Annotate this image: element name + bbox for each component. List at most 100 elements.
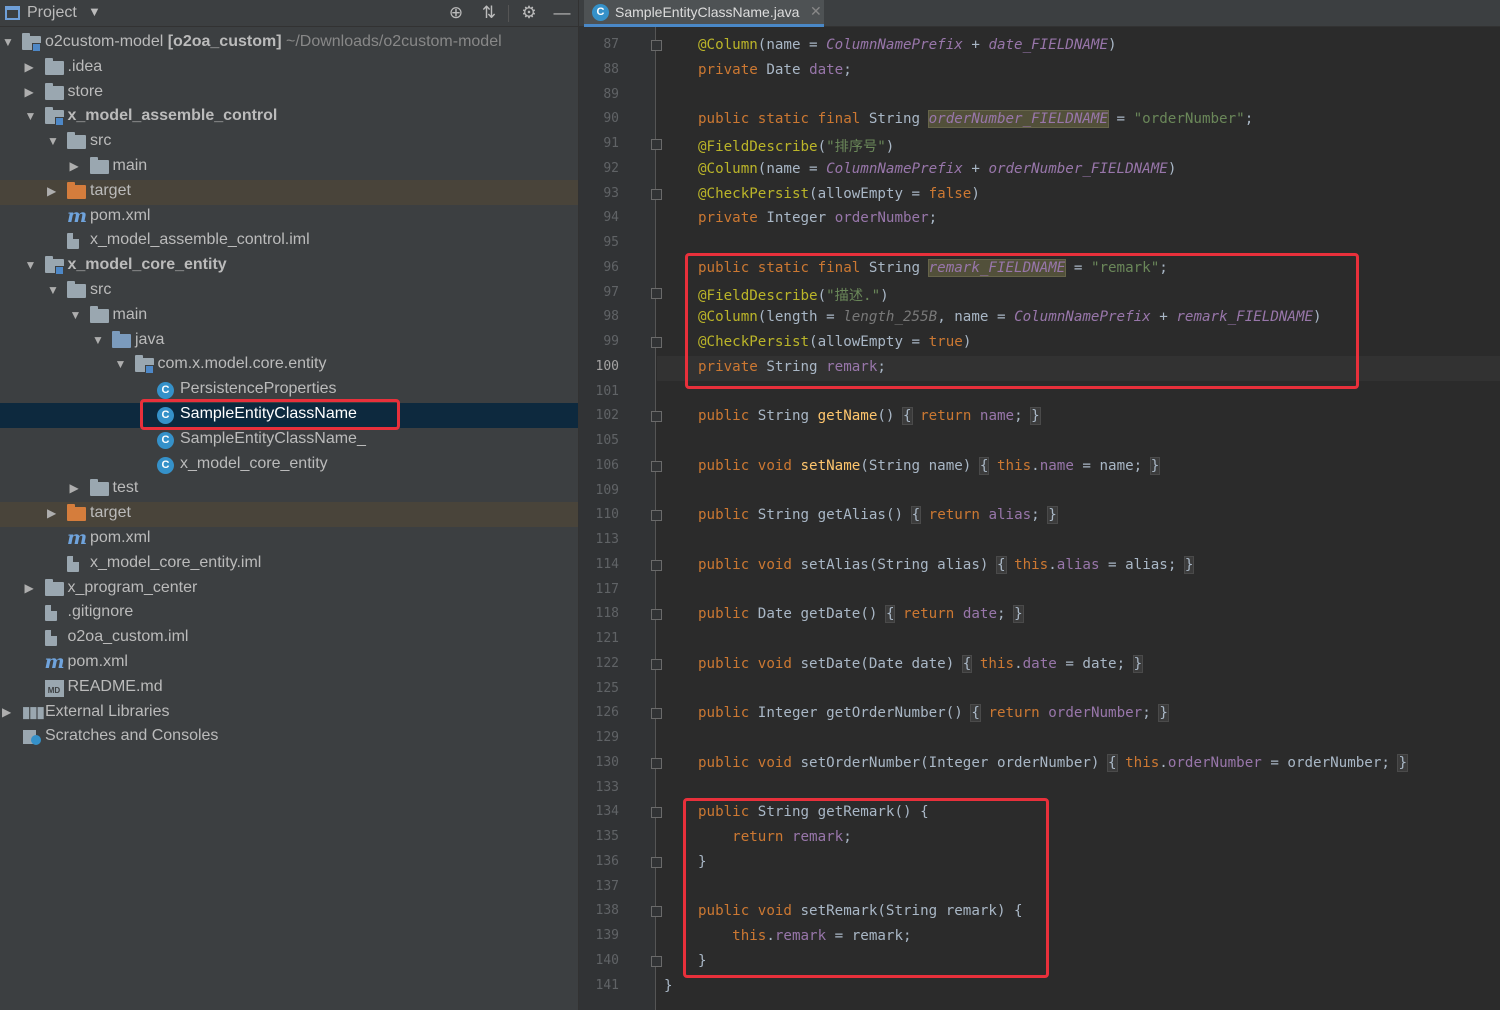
gear-icon[interactable]: ⚙ xyxy=(518,3,540,23)
expand-arrow-icon[interactable]: ▼ xyxy=(47,283,59,297)
tree-row[interactable]: ▶ target xyxy=(0,502,578,528)
tree-item-name: java xyxy=(135,330,165,348)
tree-item-label: pom.xml xyxy=(90,529,150,547)
expand-arrow-icon[interactable]: ▼ xyxy=(25,258,37,272)
tree-item-label: com.x.model.core.entity xyxy=(158,355,327,373)
code-line: private Date date; xyxy=(698,61,852,78)
tree-row[interactable]: Scratches and Consoles xyxy=(0,725,578,750)
line-number: 139 xyxy=(595,928,619,943)
tree-row[interactable]: ▼ src xyxy=(0,279,578,304)
line-number: 118 xyxy=(595,606,619,622)
line-number: 97 xyxy=(603,284,619,300)
code-line: public void setRemark(String remark) { xyxy=(698,903,1023,920)
maven-icon: m xyxy=(67,527,88,549)
collapse-arrow-icon[interactable]: ▶ xyxy=(25,581,34,595)
tree-item-label: src xyxy=(90,132,111,150)
project-view-icon xyxy=(5,6,20,20)
tree-row[interactable]: ▶ main xyxy=(0,155,578,180)
line-number: 110 xyxy=(595,507,619,523)
tree-row[interactable]: m pom.xml xyxy=(0,527,578,552)
tree-row[interactable]: ▼ main xyxy=(0,304,578,329)
tree-item-name: PersistenceProperties xyxy=(180,380,337,398)
tree-item-label: target xyxy=(90,504,131,522)
line-number: 91 xyxy=(603,136,619,151)
tree-item-name: src xyxy=(90,132,112,150)
collapse-all-icon[interactable]: ⇅ xyxy=(478,3,500,23)
line-number: 93 xyxy=(603,185,619,201)
tree-row[interactable]: ▼ o2custom-model [o2oa_custom] ~/Download… xyxy=(0,31,578,56)
project-view-title[interactable]: Project xyxy=(27,4,77,22)
tree-row[interactable]: m pom.xml xyxy=(0,651,578,676)
module-folder-icon xyxy=(44,107,64,127)
tree-row[interactable]: MD README.md xyxy=(0,676,578,701)
collapse-arrow-icon[interactable]: ▶ xyxy=(70,481,79,495)
tree-row[interactable]: C PersistenceProperties xyxy=(0,378,578,403)
tree-row[interactable]: Cx_model_core_entity xyxy=(0,453,578,478)
tree-row[interactable]: x_model_core_entity.iml xyxy=(0,552,578,577)
expand-arrow-icon[interactable]: ▼ xyxy=(2,35,14,49)
tree-row[interactable]: C SampleEntityClassName_ xyxy=(0,428,578,453)
expand-arrow-icon[interactable]: ▼ xyxy=(115,357,127,371)
tree-row[interactable]: ▶ x_program_center xyxy=(0,577,578,602)
tree-row[interactable]: m pom.xml xyxy=(0,205,578,230)
collapse-arrow-icon[interactable]: ▶ xyxy=(47,184,56,198)
tree-row[interactable]: ▼ x_model_assemble_control xyxy=(0,105,578,130)
tree-item-label: x_model_assemble_control.iml xyxy=(90,231,310,249)
expand-arrow-icon[interactable]: ▼ xyxy=(47,134,59,148)
collapse-arrow-icon[interactable]: ▶ xyxy=(70,159,79,173)
tree-item-name: main xyxy=(112,305,148,323)
line-number: 105 xyxy=(595,433,619,448)
collapse-arrow-icon[interactable]: ▶ xyxy=(25,85,34,99)
code-line: public String getRemark() { xyxy=(698,804,929,821)
expand-arrow-icon[interactable]: ▼ xyxy=(92,333,104,347)
module-badge-icon xyxy=(144,365,154,375)
folder-icon xyxy=(89,479,109,497)
tree-row[interactable]: ▶ test xyxy=(0,477,578,502)
file-icon xyxy=(67,555,79,572)
tree-row[interactable]: ▼ src xyxy=(0,130,578,155)
tab-label: SampleEntityClassName.java xyxy=(615,4,800,20)
line-number: 130 xyxy=(595,754,619,770)
tree-row[interactable]: ▶ target xyxy=(0,179,578,205)
tree-item-label: x_model_core_entity xyxy=(180,455,328,473)
collapse-arrow-icon[interactable]: ▶ xyxy=(25,60,34,74)
tree-row[interactable]: ▶ store xyxy=(0,81,578,106)
tree-row[interactable]: ▼ java xyxy=(0,329,578,354)
tree-item-name: x_model_assemble_control.iml xyxy=(90,231,310,249)
collapse-arrow-icon[interactable]: ▶ xyxy=(47,506,56,520)
chevron-down-icon[interactable]: ▼ xyxy=(88,4,101,19)
locate-icon[interactable]: ⊕ xyxy=(445,3,467,23)
tree-row[interactable]: ▶ ▮▮▮ External Libraries xyxy=(0,701,578,726)
expand-arrow-icon[interactable]: ▼ xyxy=(25,109,37,123)
code-line: public String getName() { return name; } xyxy=(698,407,1041,426)
code-line: public void setOrderNumber(Integer order… xyxy=(698,753,1408,772)
close-icon[interactable]: ✕ xyxy=(810,3,822,20)
expand-arrow-icon[interactable]: ▼ xyxy=(70,308,82,322)
collapse-arrow-icon[interactable]: ▶ xyxy=(2,705,11,719)
tab-sample-entity-class-name[interactable]: C SampleEntityClassName.java ✕ xyxy=(584,0,824,27)
tree-item-label: .gitignore xyxy=(68,603,134,621)
code-line: this.remark = remark; xyxy=(732,928,912,944)
line-number: 114 xyxy=(595,556,619,572)
tree-row[interactable]: .gitignore xyxy=(0,601,578,626)
tree-row[interactable]: ▼ x_model_core_entity xyxy=(0,254,578,279)
file-icon xyxy=(67,233,79,250)
line-number: 141 xyxy=(595,977,619,993)
tree-row[interactable]: ▼ com.x.model.core.entity xyxy=(0,353,578,378)
tree-item-label: pom.xml xyxy=(90,207,150,225)
line-number: 113 xyxy=(595,532,619,547)
tree-row[interactable]: C SampleEntityClassName xyxy=(0,403,578,428)
code-area[interactable]: @Column(name = ColumnNamePrefix + date_F… xyxy=(657,27,1500,1010)
project-panel: Project ▼ ⊕ ⇅ ⚙ — ▼ o2custom-model [o2oa_… xyxy=(0,0,578,1010)
tree-row[interactable]: ▶ .idea xyxy=(0,56,578,81)
tree-item-name: x_model_core_entity.iml xyxy=(90,553,262,571)
markdown-icon: MD xyxy=(44,679,64,697)
tree-item-label: External Libraries xyxy=(45,703,170,721)
tree-item-name: SampleEntityClassName_ xyxy=(180,429,366,447)
line-number: 96 xyxy=(603,259,619,275)
tree-item-label: x_model_core_entity.iml xyxy=(90,554,261,572)
tree-row[interactable]: o2oa_custom.iml xyxy=(0,626,578,651)
tree-row[interactable]: x_model_assemble_control.iml xyxy=(0,229,578,254)
minimize-icon[interactable]: — xyxy=(551,3,573,23)
tree-item-label: store xyxy=(68,83,104,101)
